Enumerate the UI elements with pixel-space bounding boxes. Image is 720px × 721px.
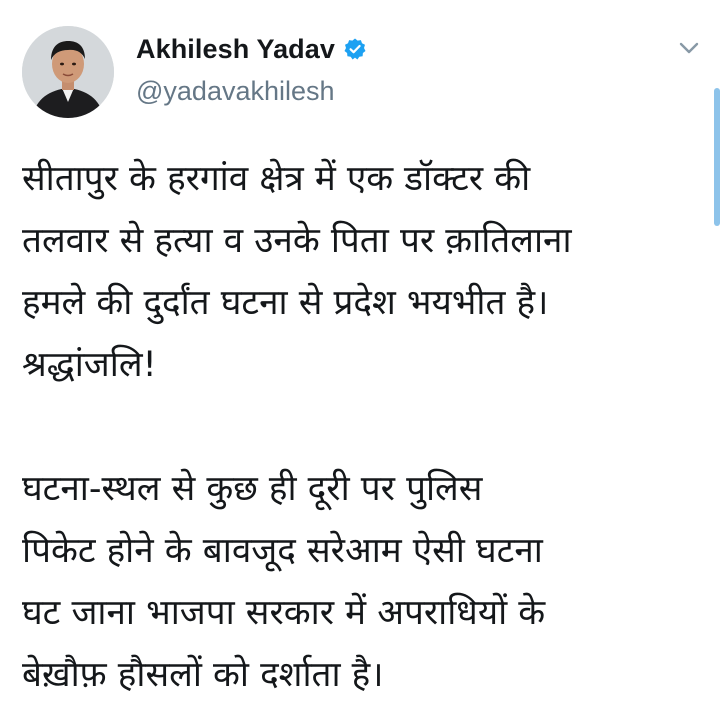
chevron-down-icon[interactable] (676, 38, 702, 58)
verified-badge-icon (343, 37, 367, 61)
tweet-line: बेख़ौफ़ हौसलों को दर्शाता है। (22, 655, 384, 695)
tweet-text: सीतापुर के हरगांव क्षेत्र में एक डॉक्टर … (22, 148, 692, 706)
tweet-line: तलवार से हत्या व उनके पिता पर क़ातिलाना (22, 221, 572, 261)
tweet-paragraph-1: सीतापुर के हरगांव क्षेत्र में एक डॉक्टर … (22, 148, 692, 396)
tweet-line: श्रद्धांजलि! (22, 345, 157, 385)
tweet-card: Akhilesh Yadav @yadavakhilesh सीतापुर के… (0, 0, 720, 721)
avatar[interactable] (22, 26, 114, 118)
tweet-line: सीतापुर के हरगांव क्षेत्र में एक डॉक्टर … (22, 159, 531, 199)
author-handle[interactable]: @yadavakhilesh (136, 76, 335, 107)
scrollbar[interactable] (714, 88, 720, 226)
tweet-line: हमले की दुर्दांत घटना से प्रदेश भयभीत है… (22, 283, 549, 323)
profile-photo (22, 26, 114, 118)
tweet-line: घट जाना भाजपा सरकार में अपराधियों के (22, 593, 546, 633)
tweet-line: घटना-स्थल से कुछ ही दूरी पर पुलिस (22, 469, 483, 509)
tweet-paragraph-2: घटना-स्थल से कुछ ही दूरी पर पुलिस पिकेट … (22, 458, 692, 706)
tweet-line: पिकेट होने के बावजूद सरेआम ऐसी घटना (22, 531, 543, 571)
author-name-row[interactable]: Akhilesh Yadav (136, 31, 367, 67)
display-name[interactable]: Akhilesh Yadav (136, 34, 335, 65)
